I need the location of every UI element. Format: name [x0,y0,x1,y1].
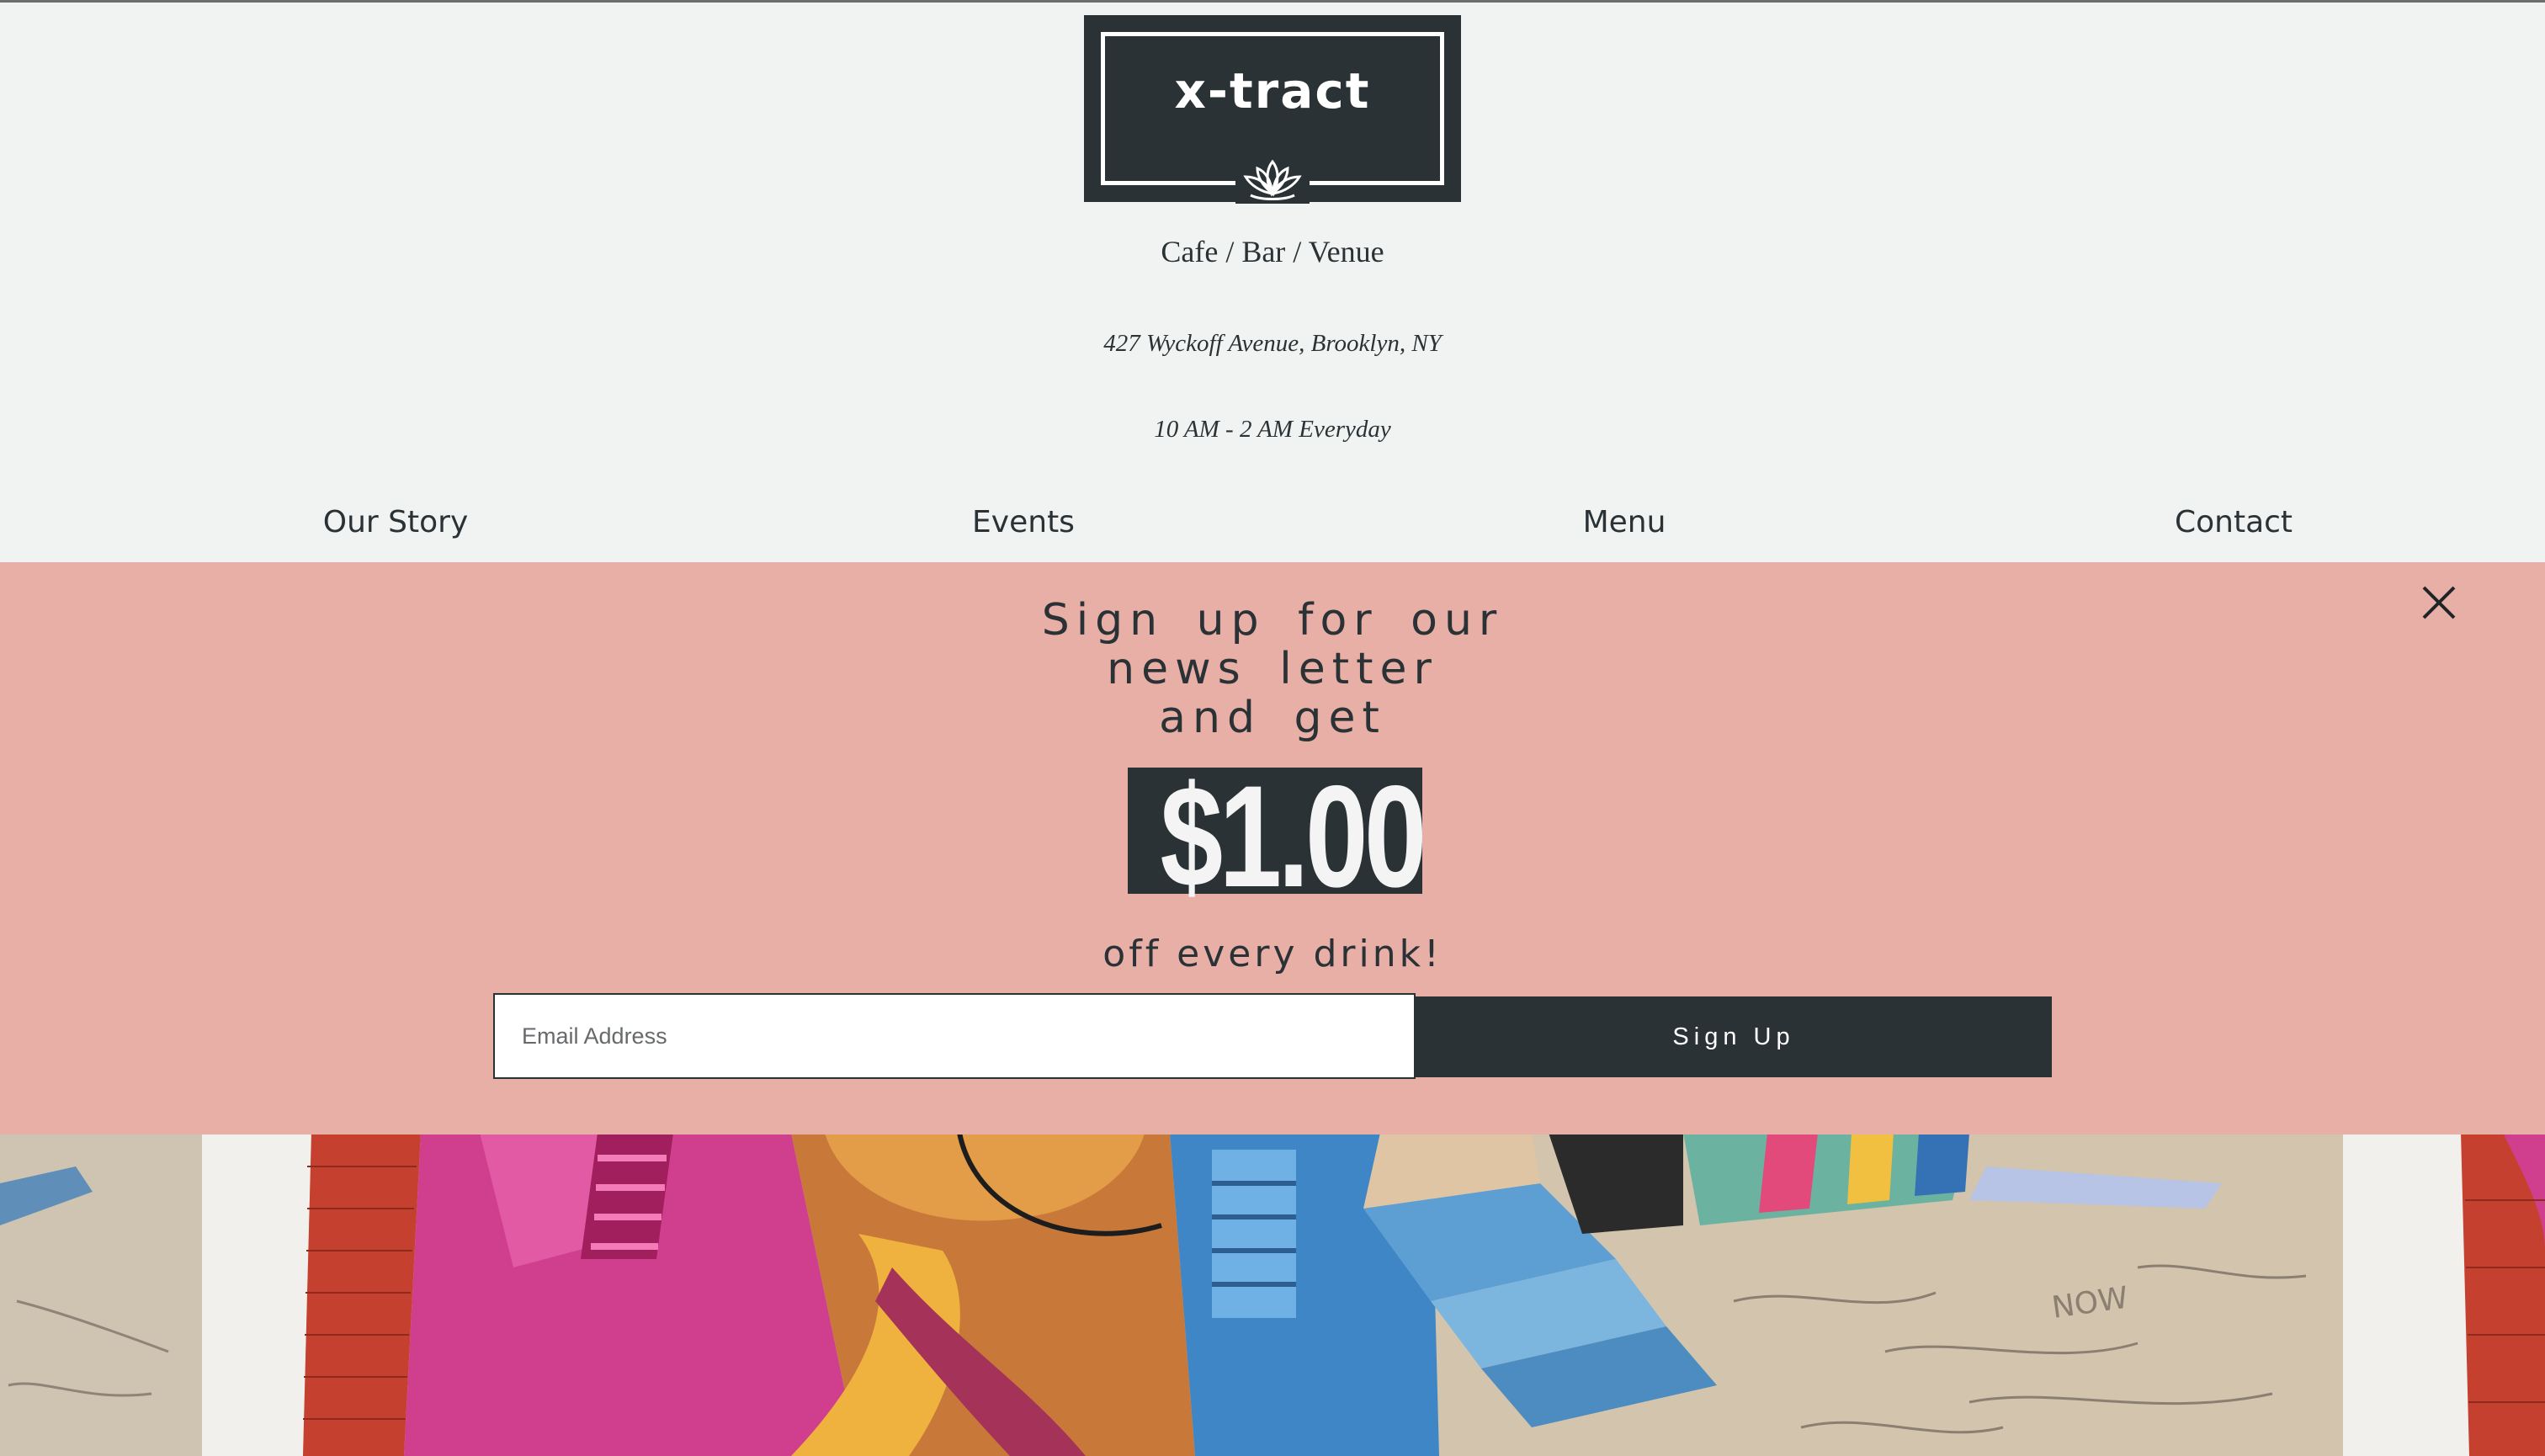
nav-item-menu[interactable]: Menu [1456,505,1793,539]
close-icon[interactable] [2415,579,2463,626]
popup-subtext: off every drink! [1102,933,1443,975]
popup-headline-line: Sign up for our [1041,595,1504,646]
price-text: $1.00 [1160,756,1427,917]
popup-headline-line: news letter [1107,644,1438,694]
newsletter-popup: Sign up for our news letter and get $1.0… [0,562,2545,1135]
nav-item-our-story[interactable]: Our Story [227,505,564,539]
window-top-border [0,0,2545,3]
lotus-icon [1235,150,1310,204]
hero-image: NOW [0,1133,2545,1456]
nav-item-events[interactable]: Events [855,505,1192,539]
popup-headline-line: and get [1159,693,1386,743]
signup-button[interactable]: Sign Up [1416,996,2052,1077]
hero-image-left-slice [0,1133,202,1456]
site-logo[interactable]: x-tract [1084,15,1461,204]
mural-image: NOW [202,1133,2343,1456]
site-tagline: Cafe / Bar / Venue [1161,235,1384,268]
nav-item-contact[interactable]: Contact [2065,505,2402,539]
site-address: 427 Wyckoff Avenue, Brooklyn, NY [1103,330,1442,357]
hero-image-right-slice [2343,1133,2545,1456]
site-hours: 10 AM - 2 AM Everyday [1154,416,1391,443]
logo-text: x-tract [1174,62,1371,120]
email-input[interactable] [493,993,1416,1079]
popup-headline: Sign up for our news letter and get [894,596,1651,742]
